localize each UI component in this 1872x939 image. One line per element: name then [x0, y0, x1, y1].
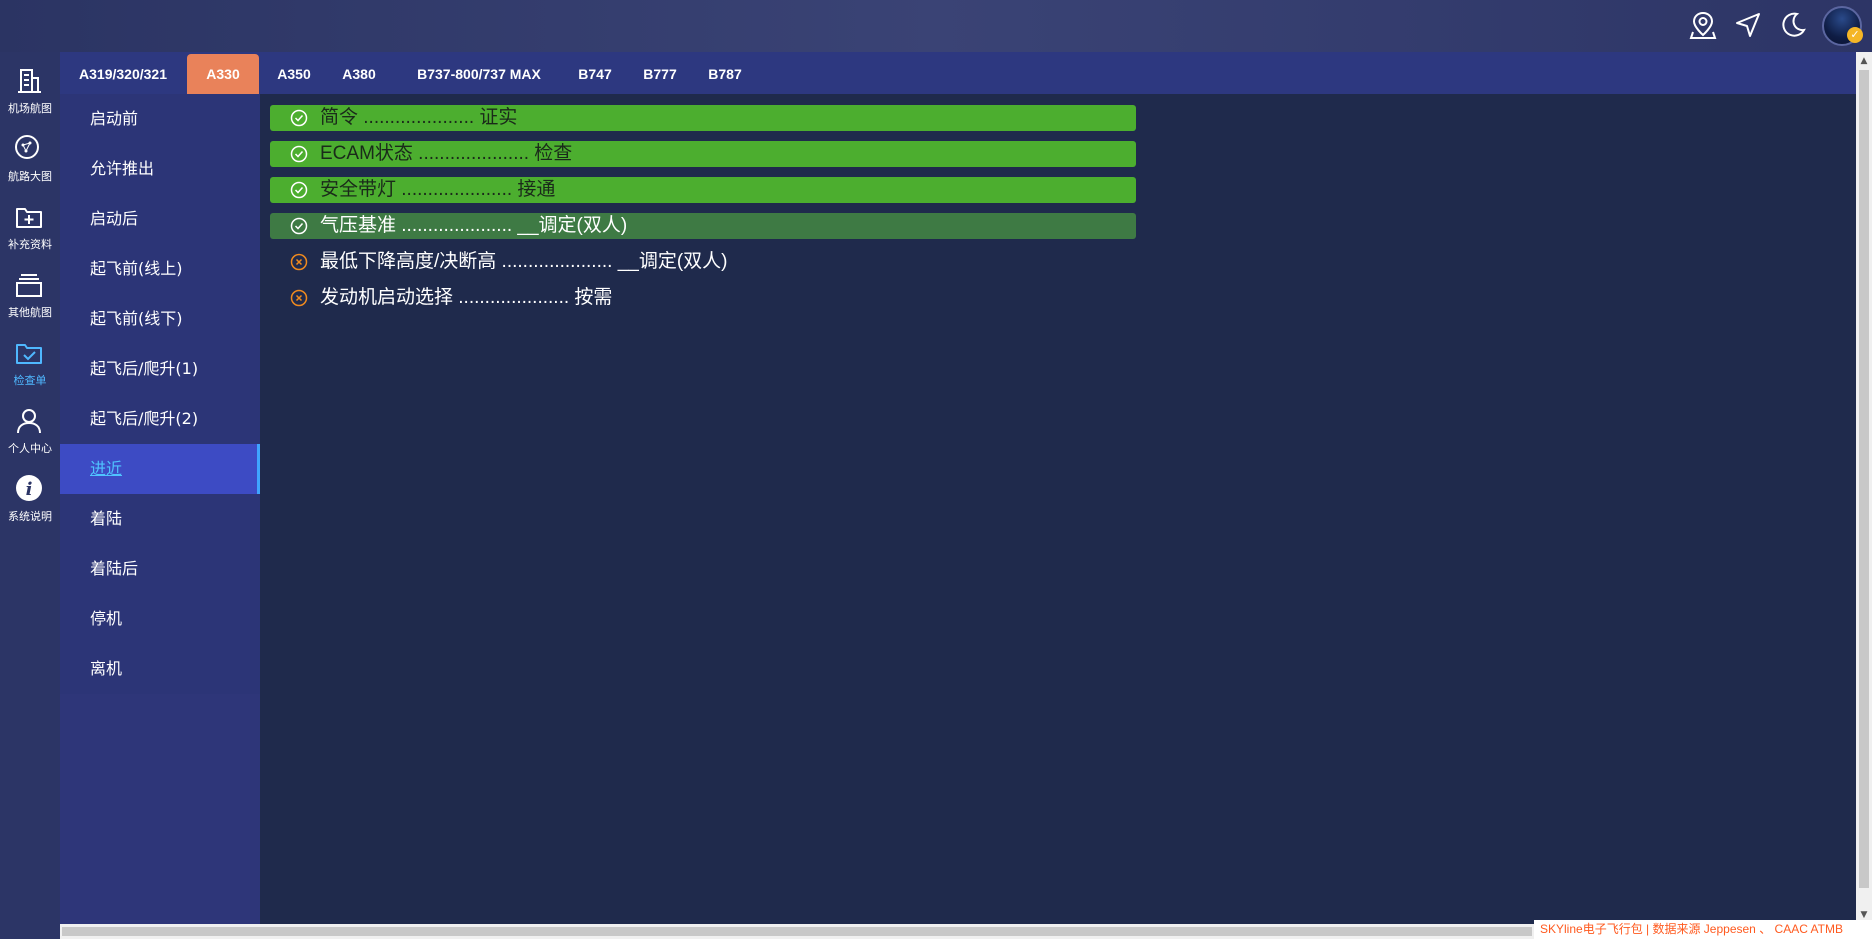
nav-label: 个人中心 [8, 442, 52, 455]
nav-label: 其他航图 [8, 306, 52, 319]
navigation-icon[interactable] [1733, 10, 1763, 40]
checklist-item-text: 安全带灯 ..................... 接通 [320, 179, 556, 200]
menu-item-after-takeoff-1[interactable]: 起飞后/爬升(1) [60, 344, 260, 394]
nav-label: 机场航图 [8, 102, 52, 115]
info-icon: i [16, 475, 42, 501]
vertical-scrollbar[interactable]: ▲ ▼ [1856, 52, 1872, 924]
side-menu-filler [60, 694, 260, 924]
scroll-up-arrow-icon[interactable]: ▲ [1856, 54, 1872, 68]
menu-item-parking[interactable]: 停机 [60, 594, 260, 644]
aircraft-tab-bar: A319/320/321 A330 A350 A380 B737-800/737… [60, 52, 1856, 94]
menu-item-after-takeoff-2[interactable]: 起飞后/爬升(2) [60, 394, 260, 444]
checklist-item[interactable]: 气压基准 ..................... __调定(双人) [270, 213, 1136, 239]
checklist-item[interactable]: ECAM状态 ..................... 检查 [270, 141, 1136, 167]
checklist-item[interactable]: 发动机启动选择 ..................... 按需 [270, 285, 1136, 311]
checklist-item-text: ECAM状态 ..................... 检查 [320, 143, 573, 164]
checklist-item-text: 气压基准 ..................... __调定(双人) [320, 215, 628, 236]
checklist-item[interactable]: 安全带灯 ..................... 接通 [270, 177, 1136, 203]
checklist-item-text: 简令 ..................... 证实 [320, 107, 518, 128]
svg-text:i: i [26, 479, 33, 500]
tab-a350[interactable]: A350 [267, 52, 321, 94]
nav-label: 补充资料 [8, 238, 52, 251]
menu-item-before-start[interactable]: 启动前 [60, 94, 260, 144]
nav-label: 航路大图 [8, 170, 52, 183]
folder-check-icon [16, 344, 42, 364]
menu-item-pushback[interactable]: 允许推出 [60, 144, 260, 194]
checklist-item[interactable]: 简令 ..................... 证实 [270, 105, 1136, 131]
tab-a319-320-321[interactable]: A319/320/321 [68, 52, 178, 94]
user-icon [17, 409, 41, 434]
checklist-item[interactable]: 最低下降高度/决断高 ..................... __调定(双人… [270, 249, 1136, 275]
map-pin-icon[interactable] [1688, 10, 1718, 40]
avatar[interactable]: ✓ [1822, 6, 1863, 46]
check-circle-icon [290, 145, 308, 163]
verified-badge-icon: ✓ [1847, 27, 1863, 43]
left-nav: 机场航图 航路大图 补充资料 其他航图 检查单 个人中心 i 系统说明 [0, 52, 60, 939]
check-circle-icon [290, 109, 308, 127]
route-map-icon [15, 135, 39, 159]
tab-b777[interactable]: B777 [633, 52, 687, 94]
layers-icon [16, 274, 42, 297]
tab-a380[interactable]: A380 [332, 52, 386, 94]
top-bar: ✓ [0, 0, 1872, 52]
checklist-phase-menu: 启动前 允许推出 启动后 起飞前(线上) 起飞前(线下) 起飞后/爬升(1) 起… [60, 94, 260, 694]
building-icon [18, 69, 41, 93]
check-circle-icon [290, 181, 308, 199]
tab-a330[interactable]: A330 [187, 54, 259, 94]
menu-item-securing[interactable]: 离机 [60, 644, 260, 694]
nav-label: 检查单 [13, 374, 47, 387]
tab-b747[interactable]: B747 [568, 52, 622, 94]
footer-credits: SKYline电子飞行包 | 数据来源 Jeppesen 、 CAAC ATMB [1534, 920, 1872, 939]
nav-item-profile[interactable]: 个人中心 [0, 398, 60, 460]
vertical-scroll-thumb[interactable] [1859, 70, 1869, 888]
nav-item-route-map[interactable]: 航路大图 [0, 126, 60, 188]
menu-item-after-landing[interactable]: 着陆后 [60, 544, 260, 594]
nav-label: 系统说明 [8, 510, 52, 523]
nav-item-system-info[interactable]: i 系统说明 [0, 466, 60, 528]
tab-b787[interactable]: B787 [698, 52, 752, 94]
menu-item-before-takeoff-above[interactable]: 起飞前(线上) [60, 244, 260, 294]
check-circle-icon [290, 217, 308, 235]
nav-item-supplementary[interactable]: 补充资料 [0, 194, 60, 256]
checklist-item-text: 最低下降高度/决断高 ..................... __调定(双人… [320, 251, 728, 272]
nav-item-checklist[interactable]: 检查单 [0, 330, 60, 392]
horizontal-scroll-thumb[interactable] [62, 927, 1532, 936]
x-circle-icon [290, 289, 308, 307]
menu-item-after-start[interactable]: 启动后 [60, 194, 260, 244]
nav-item-airport-charts[interactable]: 机场航图 [0, 58, 60, 120]
menu-item-before-takeoff-below[interactable]: 起飞前(线下) [60, 294, 260, 344]
checklist-content: 简令 ..................... 证实 ECAM状态 .....… [260, 94, 1856, 924]
nav-item-other-charts[interactable]: 其他航图 [0, 262, 60, 324]
folder-plus-icon [16, 208, 42, 228]
menu-item-approach[interactable]: 进近 [60, 444, 260, 494]
tab-b737[interactable]: B737-800/737 MAX [398, 52, 560, 94]
x-circle-icon [290, 253, 308, 271]
checklist-item-text: 发动机启动选择 ..................... 按需 [320, 287, 613, 308]
menu-item-landing[interactable]: 着陆 [60, 494, 260, 544]
moon-icon[interactable] [1778, 10, 1808, 40]
